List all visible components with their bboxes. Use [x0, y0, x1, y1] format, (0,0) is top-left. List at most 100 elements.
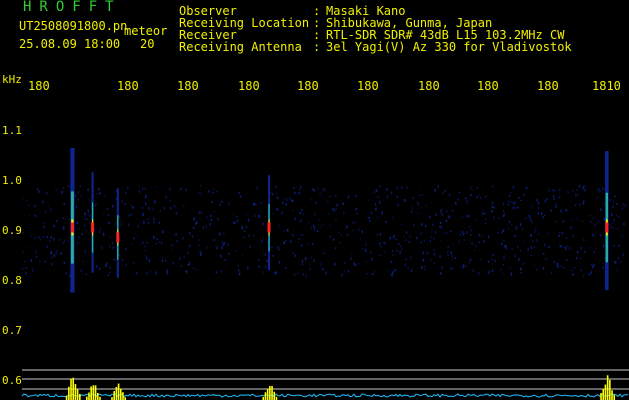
- noise-speck: [39, 238, 42, 241]
- noise-speck: [144, 187, 146, 190]
- power-spike: [115, 386, 118, 400]
- noise-speck: [511, 248, 513, 250]
- noise-speck: [78, 228, 81, 230]
- noise-speck: [82, 260, 84, 263]
- noise-speck: [538, 206, 540, 210]
- noise-speck: [31, 268, 34, 272]
- noise-speck: [439, 255, 441, 258]
- noise-speck: [175, 233, 177, 236]
- noise-speck: [377, 216, 379, 219]
- noise-speck: [533, 265, 536, 267]
- noise-speck: [546, 197, 548, 201]
- noise-speck: [547, 232, 549, 235]
- noise-speck: [216, 191, 218, 193]
- noise-speck: [266, 241, 269, 243]
- echo-core: [70, 222, 74, 233]
- noise-speck: [465, 265, 467, 268]
- noise-speck: [430, 258, 432, 262]
- noise-speck: [68, 185, 70, 188]
- noise-speck: [462, 233, 464, 236]
- noise-speck: [379, 254, 381, 257]
- noise-speck: [108, 221, 110, 225]
- noise-speck: [515, 225, 518, 227]
- noise-speck: [347, 195, 350, 198]
- noise-speck: [38, 236, 40, 239]
- noise-speck: [557, 235, 560, 237]
- noise-speck: [409, 236, 412, 238]
- noise-speck: [535, 269, 538, 271]
- noise-speck: [276, 196, 279, 200]
- noise-speck: [582, 274, 585, 277]
- noise-speck: [184, 270, 187, 272]
- noise-speck: [520, 268, 523, 270]
- noise-speck: [425, 204, 427, 207]
- power-spike: [94, 385, 97, 400]
- noise-speck: [424, 268, 426, 271]
- noise-speck: [503, 256, 505, 259]
- noise-speck: [434, 230, 437, 234]
- noise-speck: [590, 271, 592, 275]
- noise-speck: [315, 201, 317, 204]
- noise-speck: [310, 256, 312, 259]
- noise-speck: [433, 237, 435, 240]
- noise-speck: [247, 218, 250, 222]
- noise-speck: [510, 272, 512, 274]
- noise-speck: [401, 223, 403, 225]
- noise-speck: [133, 262, 135, 264]
- power-spike: [600, 393, 602, 400]
- noise-speck: [169, 187, 171, 191]
- noise-speck: [340, 234, 342, 236]
- noise-speck: [291, 199, 293, 202]
- noise-speck: [269, 191, 272, 194]
- noise-speck: [559, 245, 561, 247]
- noise-speck: [159, 241, 161, 243]
- noise-speck: [257, 216, 259, 219]
- noise-speck: [282, 201, 284, 205]
- noise-speck: [98, 230, 101, 233]
- noise-speck: [49, 240, 51, 242]
- noise-speck: [525, 186, 528, 190]
- noise-speck: [65, 272, 67, 275]
- noise-speck: [390, 260, 393, 264]
- noise-speck: [388, 270, 390, 272]
- noise-speck: [324, 248, 326, 250]
- time-tick: 180: [238, 79, 260, 93]
- noise-speck: [166, 268, 168, 272]
- noise-speck: [56, 250, 58, 252]
- power-spike: [119, 388, 122, 400]
- noise-speck: [419, 194, 421, 197]
- noise-speck: [469, 225, 471, 228]
- noise-speck: [369, 220, 371, 222]
- noise-speck: [502, 229, 505, 232]
- noise-speck: [557, 265, 559, 268]
- noise-speck: [271, 246, 273, 248]
- noise-speck: [421, 266, 423, 269]
- noise-speck: [609, 224, 611, 226]
- noise-speck: [336, 203, 338, 207]
- noise-speck: [196, 269, 198, 271]
- noise-speck: [613, 261, 616, 263]
- noise-speck: [191, 235, 193, 238]
- noise-speck: [221, 200, 223, 203]
- noise-speck: [276, 208, 279, 211]
- noise-speck: [272, 193, 274, 195]
- noise-speck: [396, 195, 399, 198]
- noise-speck: [263, 253, 266, 255]
- noise-speck: [623, 253, 625, 256]
- noise-speck: [121, 259, 124, 262]
- noise-speck: [161, 260, 164, 263]
- noise-speck: [236, 219, 239, 223]
- noise-speck: [221, 246, 223, 249]
- noise-speck: [147, 221, 150, 225]
- noise-speck: [455, 202, 457, 205]
- noise-speck: [358, 228, 360, 232]
- power-spike: [117, 383, 120, 400]
- noise-speck: [354, 222, 356, 224]
- noise-speck: [420, 207, 422, 209]
- noise-speck: [623, 223, 625, 226]
- noise-speck: [132, 206, 134, 209]
- power-spike: [74, 384, 77, 400]
- freq-tick: 0.6: [2, 374, 22, 387]
- noise-speck: [338, 231, 341, 234]
- noise-speck: [300, 244, 303, 247]
